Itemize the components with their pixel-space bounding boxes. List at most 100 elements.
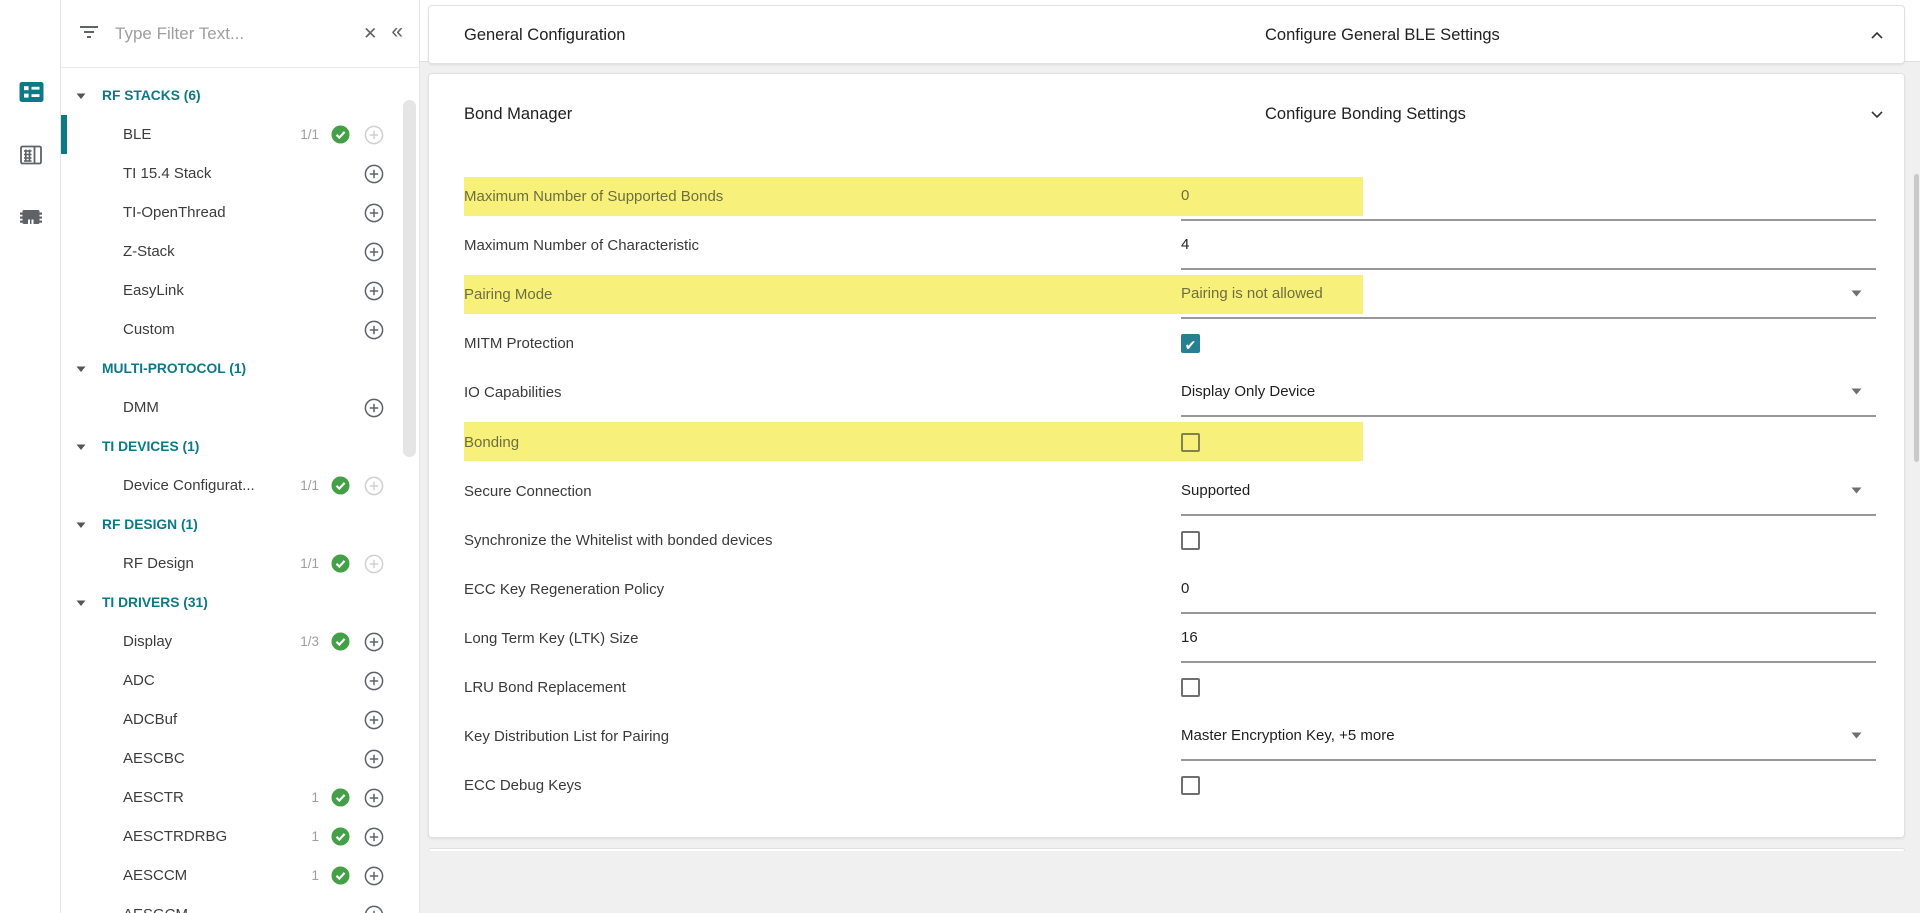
tree-item[interactable]: Device Configurat... 1/1 <box>61 466 419 505</box>
select-arrow-icon[interactable] <box>1851 487 1862 494</box>
add-instance-button[interactable] <box>363 865 385 887</box>
section-header[interactable]: General Configuration Configure General … <box>429 6 1904 65</box>
setting-value[interactable]: 0 <box>1181 187 1189 204</box>
section-header[interactable]: Bond Manager Configure Bonding Settings <box>429 74 1904 154</box>
instance-count: 1/1 <box>300 127 319 142</box>
tree-item[interactable]: ADC <box>61 661 419 700</box>
expand-arrow-icon[interactable] <box>75 519 88 531</box>
setting-value[interactable]: Supported <box>1181 482 1250 499</box>
expand-arrow-icon[interactable] <box>75 363 88 375</box>
tree-item[interactable]: AESCTR 1 <box>61 778 419 817</box>
tree-item[interactable]: TI DEVICES (1) <box>61 427 419 466</box>
tree-item[interactable]: Display 1/3 <box>61 622 419 661</box>
checkbox[interactable] <box>1181 678 1200 697</box>
setting-value[interactable]: Master Encryption Key, +5 more <box>1181 727 1395 744</box>
software-view-icon[interactable] <box>17 78 45 106</box>
instance-count: 1 <box>311 868 319 883</box>
select-arrow-icon[interactable] <box>1851 388 1862 395</box>
expand-arrow-icon[interactable] <box>75 597 88 609</box>
setting-value[interactable]: 16 <box>1181 629 1198 646</box>
add-instance-button[interactable] <box>363 787 385 809</box>
add-instance-button[interactable] <box>363 202 385 224</box>
add-instance-button[interactable] <box>363 826 385 848</box>
setting-control[interactable] <box>1181 516 1876 565</box>
tree-item-label: TI 15.4 Stack <box>123 165 319 182</box>
tree-item[interactable]: EasyLink <box>61 271 419 310</box>
add-instance-button[interactable] <box>363 124 385 146</box>
add-instance-button[interactable] <box>363 553 385 575</box>
setting-label: IO Capabilities <box>464 384 1181 401</box>
setting-value[interactable]: 4 <box>1181 236 1189 253</box>
tree-item[interactable]: TI 15.4 Stack <box>61 154 419 193</box>
add-instance-button[interactable] <box>363 241 385 263</box>
setting-control[interactable] <box>1181 319 1876 368</box>
tree-item[interactable]: AESCBC <box>61 739 419 778</box>
tree-item-label: ADCBuf <box>123 711 319 728</box>
add-instance-button[interactable] <box>363 163 385 185</box>
tree-item-label: Device Configurat... <box>123 477 300 494</box>
tree-item[interactable]: Z-Stack <box>61 232 419 271</box>
add-instance-button[interactable] <box>363 280 385 302</box>
tree-item[interactable]: DMM <box>61 388 419 427</box>
expand-arrow-icon[interactable] <box>75 441 88 453</box>
setting-control[interactable]: Display Only Device <box>1181 368 1876 417</box>
setting-control[interactable]: 16 <box>1181 614 1876 663</box>
tree-scrollbar-thumb[interactable] <box>403 100 416 457</box>
checkbox[interactable] <box>1181 433 1200 452</box>
select-arrow-icon[interactable] <box>1851 290 1862 297</box>
setting-row: Long Term Key (LTK) Size 16 <box>429 614 1904 663</box>
setting-value[interactable]: Pairing is not allowed <box>1181 285 1323 302</box>
chevron-up-icon[interactable] <box>1865 24 1889 48</box>
chevron-down-icon[interactable] <box>1865 102 1889 126</box>
select-arrow-icon[interactable] <box>1851 732 1862 739</box>
add-instance-button[interactable] <box>363 904 385 913</box>
setting-control[interactable] <box>1181 663 1876 712</box>
setting-value[interactable]: Display Only Device <box>1181 383 1315 400</box>
add-instance-button[interactable] <box>363 748 385 770</box>
tree-item[interactable]: RF DESIGN (1) <box>61 505 419 544</box>
tree-item[interactable]: RF Design 1/1 <box>61 544 419 583</box>
device-view-icon[interactable] <box>17 204 45 232</box>
filter-bar: ✕ « <box>61 0 419 68</box>
add-instance-button[interactable] <box>363 475 385 497</box>
setting-value[interactable]: 0 <box>1181 580 1189 597</box>
setting-control[interactable]: 0 <box>1181 565 1876 614</box>
setting-control[interactable] <box>1181 417 1876 466</box>
tree-item[interactable]: TI DRIVERS (31) <box>61 583 419 622</box>
main-scrollbar-thumb[interactable] <box>1914 174 1919 462</box>
tree-item[interactable]: AESCTRDRBG 1 <box>61 817 419 856</box>
panel-collapse-icon[interactable]: « <box>385 20 405 47</box>
add-instance-button[interactable] <box>363 319 385 341</box>
tree-item[interactable]: AESCCM 1 <box>61 856 419 895</box>
setting-control[interactable]: 4 <box>1181 221 1876 270</box>
setting-control[interactable]: 0 <box>1181 172 1876 221</box>
left-rail <box>0 0 61 913</box>
setting-label: ECC Key Regeneration Policy <box>464 581 1181 598</box>
tree-item-label: TI-OpenThread <box>123 204 319 221</box>
checkbox[interactable] <box>1181 531 1200 550</box>
tree-item[interactable]: Custom <box>61 310 419 349</box>
add-instance-button[interactable] <box>363 670 385 692</box>
setting-control[interactable]: Pairing is not allowed <box>1181 270 1876 319</box>
setting-control[interactable]: Supported <box>1181 467 1876 516</box>
add-instance-button[interactable] <box>363 709 385 731</box>
filter-input[interactable] <box>115 24 355 44</box>
add-instance-button[interactable] <box>363 631 385 653</box>
tree-item[interactable]: BLE 1/1 <box>61 115 419 154</box>
checkbox[interactable] <box>1181 334 1200 353</box>
tree-item[interactable]: AESGCM <box>61 895 419 913</box>
settings-rows: Maximum Number of Supported Bonds 0 Maxi… <box>429 154 1904 810</box>
add-instance-button[interactable] <box>363 397 385 419</box>
filter-clear-icon[interactable]: ✕ <box>355 20 385 48</box>
board-view-icon[interactable] <box>17 141 45 169</box>
expand-arrow-icon[interactable] <box>75 90 88 102</box>
setting-row: Maximum Number of Supported Bonds 0 <box>429 172 1904 221</box>
tree-item[interactable]: RF STACKS (6) <box>61 76 419 115</box>
tree-item[interactable]: ADCBuf <box>61 700 419 739</box>
tree-item[interactable]: MULTI-PROTOCOL (1) <box>61 349 419 388</box>
setting-control[interactable] <box>1181 761 1876 810</box>
setting-control[interactable]: Master Encryption Key, +5 more <box>1181 712 1876 761</box>
tree-item-label: Display <box>123 633 300 650</box>
checkbox[interactable] <box>1181 776 1200 795</box>
tree-item[interactable]: TI-OpenThread <box>61 193 419 232</box>
